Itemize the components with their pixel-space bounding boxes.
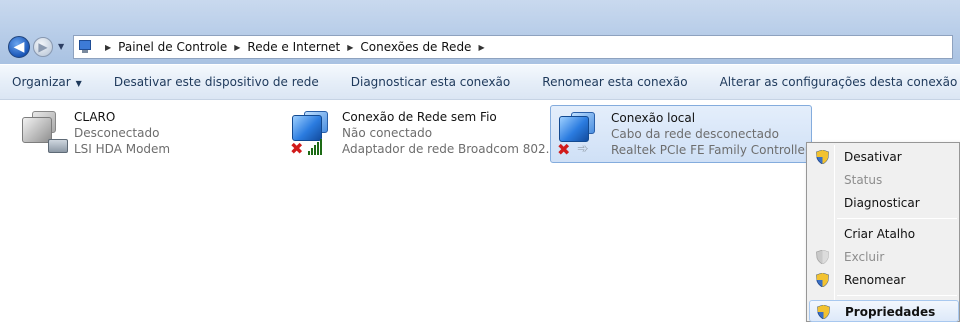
rename-connection-button[interactable]: Renomear esta conexão bbox=[542, 75, 687, 89]
menu-separator bbox=[837, 295, 957, 296]
connection-name: CLARO bbox=[74, 110, 116, 124]
breadcrumb-network-connections[interactable]: Conexões de Rede bbox=[360, 40, 471, 54]
uac-shield-icon bbox=[816, 150, 829, 164]
command-bar: Organizar ▼ Desativar este dispositivo de… bbox=[0, 64, 960, 100]
connection-item-claro[interactable]: CLARO Desconectado LSI HDA Modem bbox=[14, 105, 254, 163]
breadcrumb-separator-icon[interactable]: ▶ bbox=[105, 43, 111, 52]
signal-bars-icon bbox=[308, 139, 322, 155]
back-button[interactable]: ◀ bbox=[8, 36, 30, 58]
menu-item-label: Renomear bbox=[844, 273, 906, 287]
connection-device: Adaptador de rede Broadcom 802... bbox=[342, 142, 558, 156]
menu-item-properties[interactable]: Propriedades bbox=[809, 300, 959, 322]
context-menu: Desativar Status Diagnosticar Criar Atal… bbox=[806, 142, 960, 322]
breadcrumb-separator-icon[interactable]: ▶ bbox=[478, 43, 484, 52]
local-connection-icon: ✖ ➾ bbox=[555, 110, 607, 160]
connection-status: Desconectado bbox=[74, 126, 160, 140]
menu-item-diagnose[interactable]: Diagnosticar bbox=[809, 192, 959, 214]
recent-pages-dropdown-icon[interactable]: ▼ bbox=[58, 42, 64, 51]
disable-device-button[interactable]: Desativar este dispositivo de rede bbox=[114, 75, 319, 89]
uac-shield-icon bbox=[817, 305, 830, 319]
disconnected-x-icon: ✖ bbox=[557, 140, 571, 159]
connection-status: Cabo da rede desconectado bbox=[611, 127, 779, 141]
connection-device: Realtek PCIe FE Family Controller bbox=[611, 143, 810, 157]
breadcrumb-separator-icon[interactable]: ▶ bbox=[347, 43, 353, 52]
connection-status: Não conectado bbox=[342, 126, 433, 140]
menu-item-label: Criar Atalho bbox=[844, 227, 916, 241]
menu-item-label: Desativar bbox=[844, 150, 902, 164]
breadcrumb-control-panel[interactable]: Painel de Controle bbox=[118, 40, 227, 54]
menu-item-label: Status bbox=[844, 173, 883, 187]
title-bar: ◀ ▶ ▼ ▶ Painel de Controle ▶ Rede e Inte… bbox=[0, 0, 960, 64]
organize-menu-button[interactable]: Organizar ▼ bbox=[12, 75, 82, 89]
connection-device: LSI HDA Modem bbox=[74, 142, 171, 156]
menu-item-label: Diagnosticar bbox=[844, 196, 920, 210]
menu-item-create-shortcut[interactable]: Criar Atalho bbox=[809, 223, 959, 245]
uac-shield-icon bbox=[816, 250, 829, 264]
menu-item-label: Excluir bbox=[844, 250, 885, 264]
breadcrumb-network-internet[interactable]: Rede e Internet bbox=[247, 40, 340, 54]
control-panel-icon bbox=[78, 39, 94, 55]
diagnose-connection-button[interactable]: Diagnosticar esta conexão bbox=[351, 75, 511, 89]
change-settings-button[interactable]: Alterar as configurações desta conexão bbox=[720, 75, 958, 89]
dialup-connection-icon bbox=[18, 109, 70, 159]
network-cable-icon: ➾ bbox=[577, 141, 589, 157]
breadcrumb-separator-icon[interactable]: ▶ bbox=[234, 43, 240, 52]
forward-button[interactable]: ▶ bbox=[33, 37, 53, 57]
menu-separator bbox=[837, 218, 957, 219]
address-bar[interactable]: ▶ Painel de Controle ▶ Rede e Internet ▶… bbox=[73, 35, 953, 59]
menu-item-disable[interactable]: Desativar bbox=[809, 146, 959, 168]
connection-name: Conexão de Rede sem Fio bbox=[342, 110, 497, 124]
menu-item-delete[interactable]: Excluir bbox=[809, 246, 959, 268]
wireless-connection-icon: ✖ bbox=[286, 109, 338, 159]
chevron-down-icon: ▼ bbox=[75, 79, 82, 88]
connection-name: Conexão local bbox=[611, 111, 696, 125]
menu-item-rename[interactable]: Renomear bbox=[809, 269, 959, 291]
menu-item-status[interactable]: Status bbox=[809, 169, 959, 191]
organize-label: Organizar bbox=[12, 75, 71, 89]
connection-item-wireless[interactable]: ✖ Conexão de Rede sem Fio Não conectado … bbox=[282, 105, 557, 163]
uac-shield-icon bbox=[816, 273, 829, 287]
connection-item-local[interactable]: ✖ ➾ Conexão local Cabo da rede desconect… bbox=[550, 105, 812, 163]
menu-item-label: Propriedades bbox=[845, 305, 936, 319]
disconnected-x-icon: ✖ bbox=[290, 139, 304, 158]
